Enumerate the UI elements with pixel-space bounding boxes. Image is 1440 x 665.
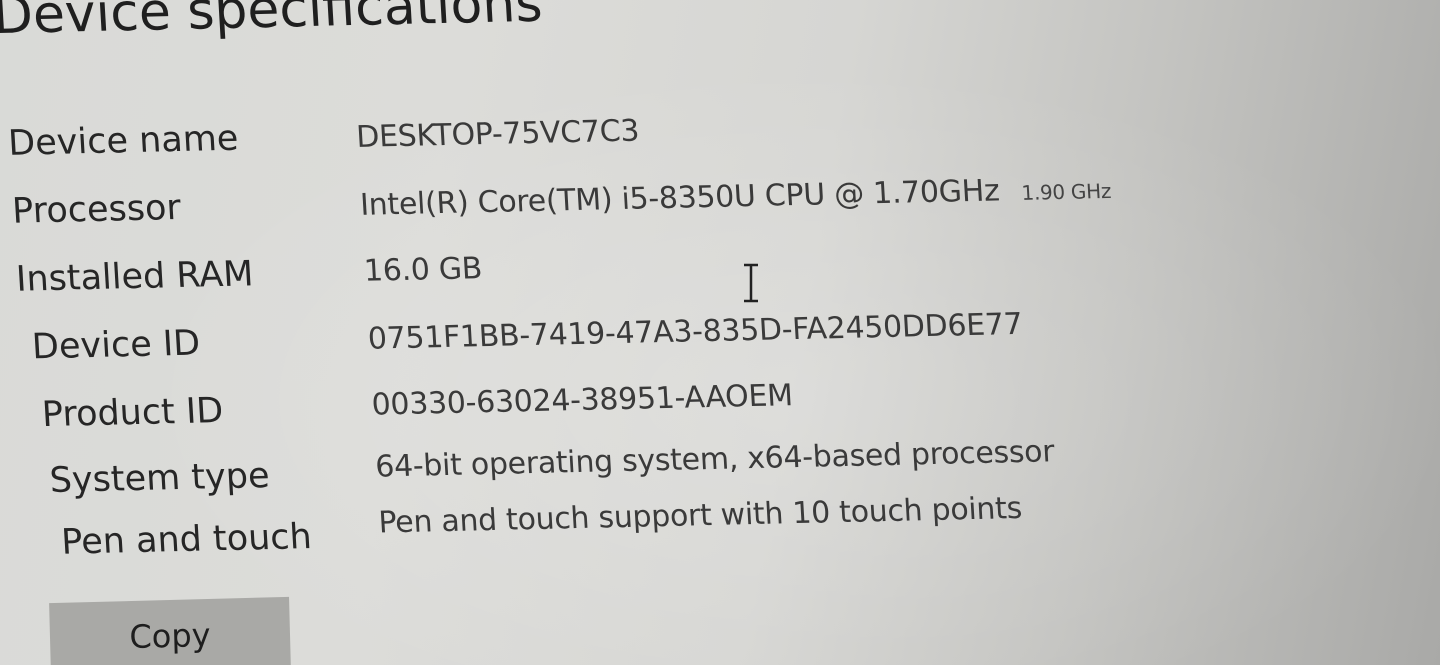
spec-label-product-id: Product ID xyxy=(40,391,225,436)
section-title: Device specifications xyxy=(0,0,544,47)
spec-row-installed-ram: Installed RAM 16.0 GB xyxy=(15,233,1218,310)
spec-value-product-id: 00330-63024-38951-AAOEM xyxy=(370,378,794,423)
spec-row-device-name: Device name DESKTOP-75VC7C3 xyxy=(7,97,1210,174)
spec-label-device-id: Device ID xyxy=(30,323,202,368)
spec-value-device-name: DESKTOP-75VC7C3 xyxy=(355,113,641,155)
spec-row-device-id: Device ID 0751F1BB-7419-47A3-835D-FA2450… xyxy=(19,300,1222,377)
spec-value-device-id: 0751F1BB-7419-47A3-835D-FA2450DD6E77 xyxy=(366,306,1024,357)
spec-value-processor-wrap: Intel(R) Core(TM) i5-8350U CPU @ 1.70GHz… xyxy=(359,171,1112,223)
spec-label-installed-ram: Installed RAM xyxy=(14,254,255,300)
spec-label-system-type: System type xyxy=(48,456,271,501)
spec-label-pen-and-touch: Pen and touch xyxy=(60,517,313,563)
spec-value-installed-ram: 16.0 GB xyxy=(363,251,484,289)
device-specifications-panel: Device specifications Device name DESKTO… xyxy=(0,0,1440,664)
spec-label-processor: Processor xyxy=(11,187,182,232)
spec-value-system-type: 64-bit operating system, x64-based proce… xyxy=(374,434,1056,485)
spec-value-processor-speed: 1.90 GHz xyxy=(1020,178,1112,205)
text-cursor-icon xyxy=(744,263,758,303)
spec-value-processor: Intel(R) Core(TM) i5-8350U CPU @ 1.70GHz xyxy=(359,173,1001,223)
spec-label-device-name: Device name xyxy=(7,118,240,164)
copy-button[interactable]: Copy xyxy=(49,596,291,665)
spec-row-processor: Processor Intel(R) Core(TM) i5-8350U CPU… xyxy=(11,165,1214,242)
spec-row-pen-and-touch: Pen and touch Pen and touch support with… xyxy=(30,491,1233,573)
